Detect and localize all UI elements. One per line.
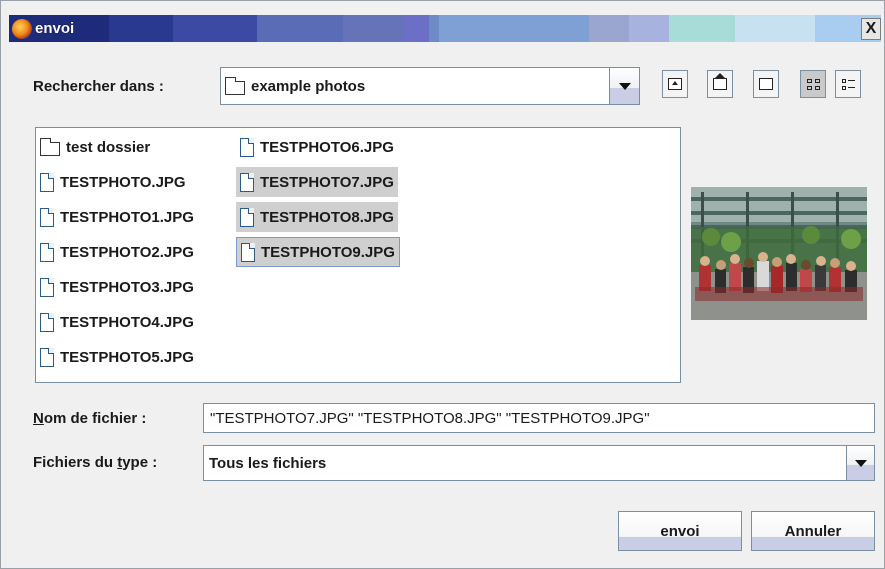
send-button[interactable]: envoi — [618, 511, 742, 551]
look-in-combo[interactable]: example photos — [220, 67, 640, 105]
title-bar-segment — [439, 15, 589, 42]
file-icon — [40, 207, 54, 227]
file-icon — [40, 277, 54, 297]
list-view-icon — [806, 78, 820, 90]
title-bar-segment — [589, 15, 629, 42]
title-bar-segment — [669, 15, 735, 42]
file-name: TESTPHOTO9.JPG — [261, 243, 395, 261]
title-bar-segment — [109, 15, 173, 42]
title-area: envoi — [9, 15, 74, 42]
details-view-icon — [841, 78, 855, 90]
file-name: TESTPHOTO3.JPG — [60, 278, 194, 296]
list-view-button[interactable] — [800, 70, 826, 98]
home-icon — [713, 73, 727, 90]
look-in-dropdown-button[interactable] — [609, 68, 639, 104]
look-in-value: example photos — [251, 77, 366, 95]
home-button[interactable] — [707, 70, 733, 98]
title-bar-segment — [257, 15, 343, 42]
file-item[interactable]: TESTPHOTO5.JPG — [36, 342, 198, 372]
file-dialog: envoi X Rechercher dans : example photos — [0, 0, 885, 569]
title-bar-segment — [343, 15, 403, 42]
title-bar-segment — [429, 15, 439, 42]
folder-icon — [225, 77, 245, 95]
up-folder-icon — [668, 78, 682, 90]
file-item[interactable]: TESTPHOTO1.JPG — [36, 202, 198, 232]
file-name: TESTPHOTO2.JPG — [60, 243, 194, 261]
file-icon — [240, 172, 254, 192]
file-item[interactable]: TESTPHOTO7.JPG — [236, 167, 398, 197]
file-icon — [240, 207, 254, 227]
file-name: test dossier — [66, 138, 151, 156]
title-bar-segment — [735, 15, 815, 42]
image-preview — [691, 187, 867, 320]
filetype-combo[interactable]: Tous les fichiers — [203, 445, 875, 481]
file-list[interactable]: test dossier TESTPHOTO.JPG TESTPHOTO1.JPG T… — [35, 127, 681, 383]
cancel-button[interactable]: Annuler — [751, 511, 875, 551]
filename-label-mnemonic: N — [33, 410, 44, 427]
window-title: envoi — [35, 20, 75, 37]
photo-preview-image — [691, 187, 867, 320]
filename-label: Nom de fichier : — [33, 410, 146, 427]
title-bar[interactable] — [9, 15, 881, 42]
file-name: TESTPHOTO6.JPG — [260, 138, 394, 156]
file-icon — [40, 172, 54, 192]
filename-input[interactable] — [203, 403, 875, 433]
file-icon — [241, 242, 255, 262]
file-item[interactable]: TESTPHOTO2.JPG — [36, 237, 198, 267]
filetype-label-b: ype : — [122, 454, 158, 471]
new-folder-icon — [759, 78, 773, 90]
firefox-icon — [12, 18, 32, 39]
filetype-label: Fichiers du type : — [33, 454, 157, 471]
folder-item[interactable]: test dossier — [36, 132, 154, 162]
file-icon — [40, 242, 54, 262]
close-button[interactable]: X — [861, 18, 881, 40]
filetype-label-a: Fichiers du — [33, 454, 118, 471]
file-item[interactable]: TESTPHOTO3.JPG — [36, 272, 198, 302]
file-name: TESTPHOTO8.JPG — [260, 208, 394, 226]
file-icon — [40, 312, 54, 332]
new-folder-button[interactable] — [753, 70, 779, 98]
file-item[interactable]: TESTPHOTO8.JPG — [236, 202, 398, 232]
file-icon — [240, 137, 254, 157]
file-item[interactable]: TESTPHOTO6.JPG — [236, 132, 398, 162]
file-name: TESTPHOTO.JPG — [60, 173, 186, 191]
file-name: TESTPHOTO5.JPG — [60, 348, 194, 366]
filename-label-text: om de fichier : — [43, 410, 147, 427]
file-item[interactable]: TESTPHOTO9.JPG — [236, 237, 400, 267]
file-name: TESTPHOTO1.JPG — [60, 208, 194, 226]
file-name: TESTPHOTO7.JPG — [260, 173, 394, 191]
details-view-button[interactable] — [835, 70, 861, 98]
file-item[interactable]: TESTPHOTO4.JPG — [36, 307, 198, 337]
filetype-value: Tous les fichiers — [209, 454, 327, 472]
filetype-dropdown-button[interactable] — [846, 446, 874, 480]
up-folder-button[interactable] — [662, 70, 688, 98]
file-icon — [40, 347, 54, 367]
chevron-down-icon — [618, 82, 631, 90]
look-in-label: Rechercher dans : — [33, 78, 164, 95]
file-item[interactable]: TESTPHOTO.JPG — [36, 167, 190, 197]
title-bar-segment — [403, 15, 429, 42]
folder-icon — [40, 138, 60, 156]
chevron-down-icon — [854, 459, 867, 467]
title-bar-segment — [173, 15, 257, 42]
file-name: TESTPHOTO4.JPG — [60, 313, 194, 331]
title-bar-segment — [629, 15, 669, 42]
